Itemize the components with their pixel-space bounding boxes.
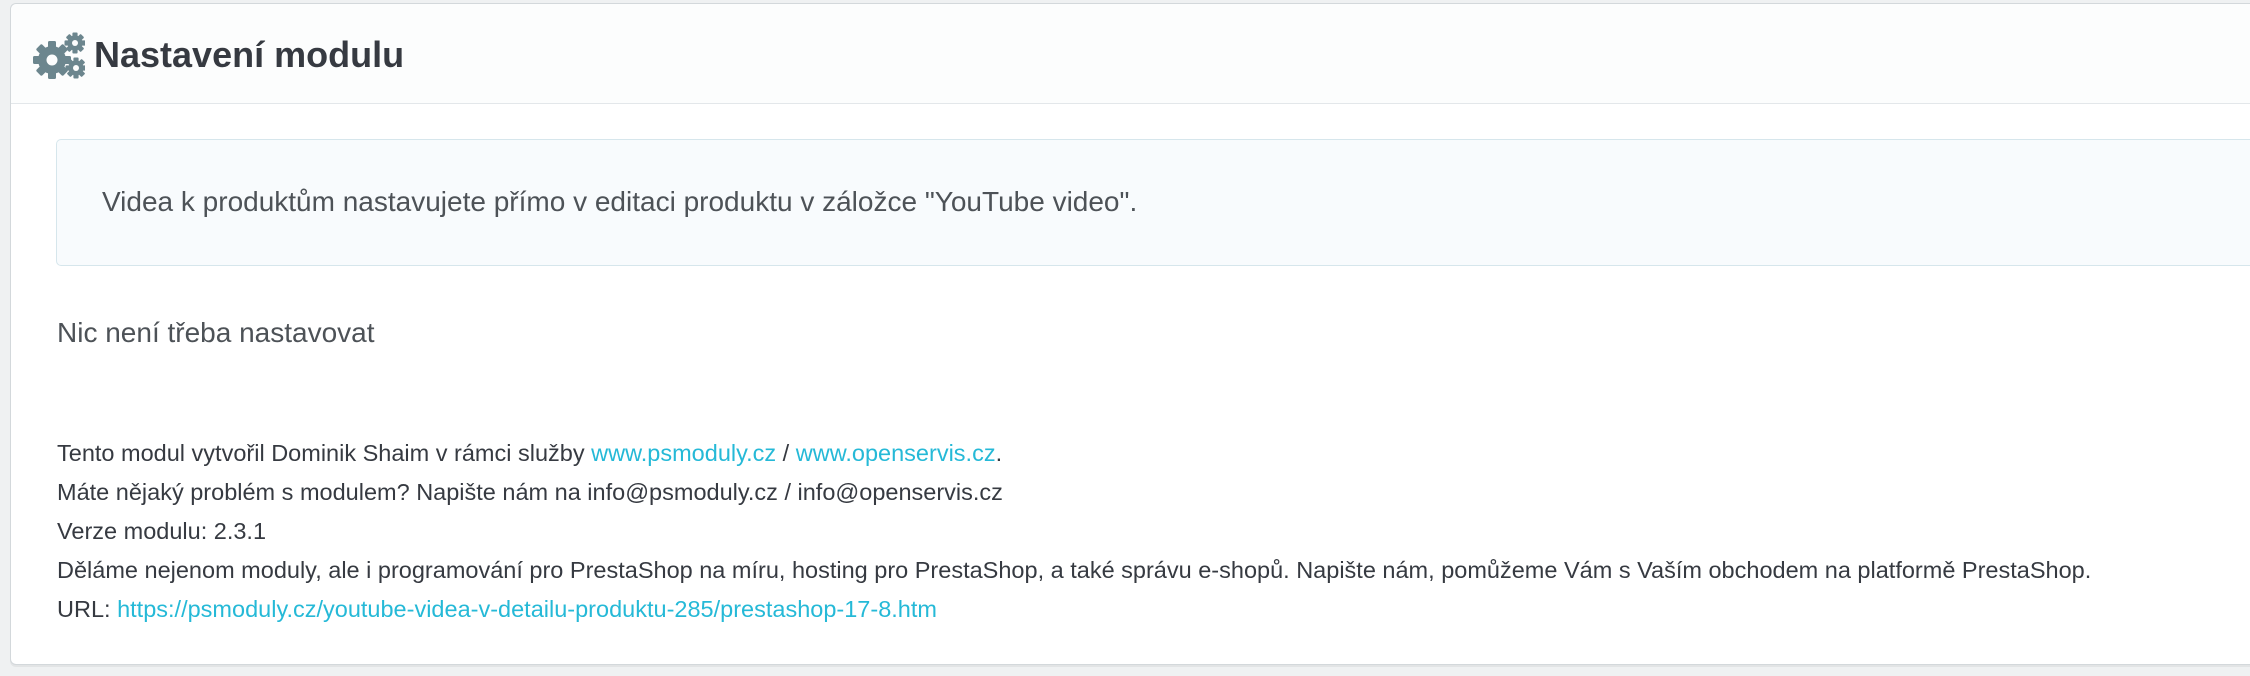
gears-icon [33, 32, 87, 80]
author-text: Tento modul vytvořil Dominik Shaim v rám… [57, 440, 592, 466]
author-line: Tento modul vytvořil Dominik Shaim v rám… [57, 434, 2091, 473]
page-title: Nastavení modulu [94, 34, 405, 75]
alert-text: Videa k produktům nastavujete přímo v ed… [102, 186, 1138, 217]
link-separator: / [776, 440, 796, 466]
services-line: Děláme nejenom moduly, ale i programován… [57, 557, 2092, 583]
url-line: URL: https://psmoduly.cz/youtube-videa-v… [57, 590, 2091, 629]
panel-heading: Nastavení modulu [11, 4, 2250, 104]
module-info: Tento modul vytvořil Dominik Shaim v rám… [57, 434, 2091, 629]
support-line: Máte nějaký problém s modulem? Napište n… [57, 479, 1003, 505]
no-settings-text: Nic není třeba nastavovat [57, 317, 375, 348]
info-alert: Videa k produktům nastavujete přímo v ed… [56, 139, 2250, 266]
module-url-link[interactable]: https://psmoduly.cz/youtube-videa-v-deta… [117, 596, 937, 622]
version-line: Verze modulu: 2.3.1 [57, 518, 267, 544]
openservis-link[interactable]: www.openservis.cz [796, 440, 996, 466]
author-suffix: . [995, 440, 1003, 466]
module-settings-panel: Nastavení modulu Videa k produktům nasta… [10, 3, 2250, 665]
url-label: URL: [57, 596, 118, 622]
psmoduly-link[interactable]: www.psmoduly.cz [591, 440, 776, 466]
